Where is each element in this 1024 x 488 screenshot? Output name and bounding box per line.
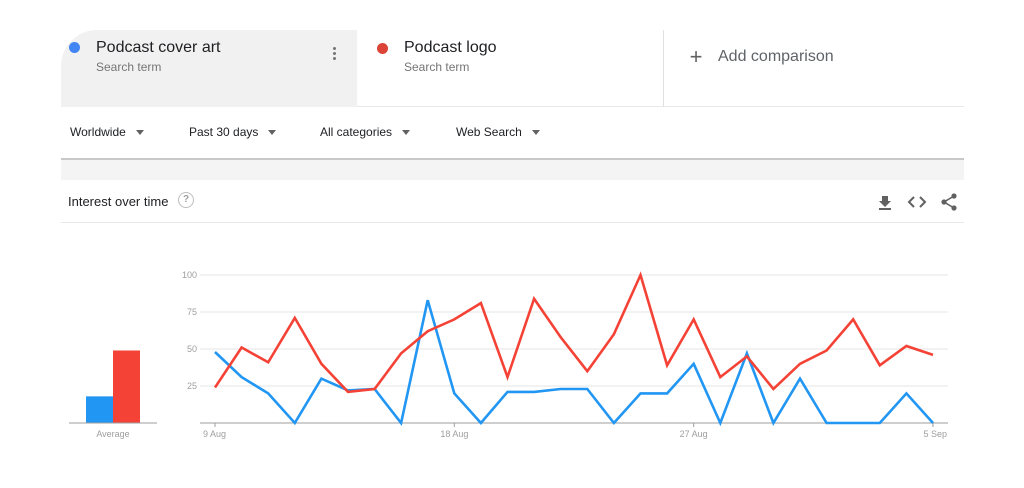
category-dropdown[interactable]: All categories [320,125,411,139]
share-icon[interactable] [939,192,959,212]
term-card-podcast-cover-art[interactable]: Podcast cover art Search term [61,30,357,107]
filter-bar: Worldwide Past 30 days All categories We… [61,108,964,158]
term-subtitle: Search term [404,60,470,74]
series-line-podcast-logo [213,271,934,394]
region-label: Worldwide [70,125,126,139]
x-tick-label: 5 Sep [923,429,947,439]
average-label: Average [96,429,129,439]
series-color-dot [377,43,388,54]
search-type-dropdown[interactable]: Web Search [456,125,540,139]
card-title: Interest over time [68,194,169,209]
add-comparison-label: Add comparison [718,48,834,65]
y-tick-label: 50 [187,344,197,354]
term-card-podcast-logo[interactable]: Podcast logo Search term [357,30,664,107]
term-name[interactable]: Podcast cover art [96,39,221,57]
term-name[interactable]: Podcast logo [404,39,497,57]
search-type-label: Web Search [456,125,522,139]
series-color-dot [69,42,80,53]
series-line-podcast-cover-art [214,299,934,427]
caret-down-icon [531,129,540,135]
category-label: All categories [320,125,393,139]
average-bar-chart: Average [69,350,157,439]
y-tick-label: 100 [182,270,197,280]
section-gap [61,160,964,180]
region-dropdown[interactable]: Worldwide [70,125,144,139]
download-icon[interactable] [875,192,895,212]
add-comparison-button[interactable]: + Add comparison [688,46,834,68]
time-range-dropdown[interactable]: Past 30 days [189,125,277,139]
average-bar-podcast-cover-art [86,396,113,423]
interest-over-time-header: Interest over time ? [61,180,964,223]
y-tick-label: 75 [187,307,197,317]
caret-down-icon [402,129,411,135]
x-tick-label: 27 Aug [680,429,708,439]
interest-line-chart: 100 75 50 25 9 Aug 18 Aug 27 Aug 5 Sep [182,270,948,439]
average-bar-podcast-logo [113,350,140,423]
plus-icon: + [689,44,703,69]
caret-down-icon [135,129,144,135]
y-tick-label: 25 [187,381,197,391]
embed-icon[interactable] [907,192,927,212]
help-icon[interactable]: ? [178,192,194,208]
time-range-label: Past 30 days [189,125,259,139]
comparison-terms: Podcast cover art Search term Podcast lo… [61,30,964,107]
x-tick-label: 18 Aug [440,429,468,439]
term-subtitle: Search term [96,60,162,74]
x-tick-label: 9 Aug [203,429,226,439]
add-comparison-card[interactable]: + Add comparison [664,30,964,107]
caret-down-icon [268,129,277,135]
more-options-icon[interactable] [330,47,338,65]
